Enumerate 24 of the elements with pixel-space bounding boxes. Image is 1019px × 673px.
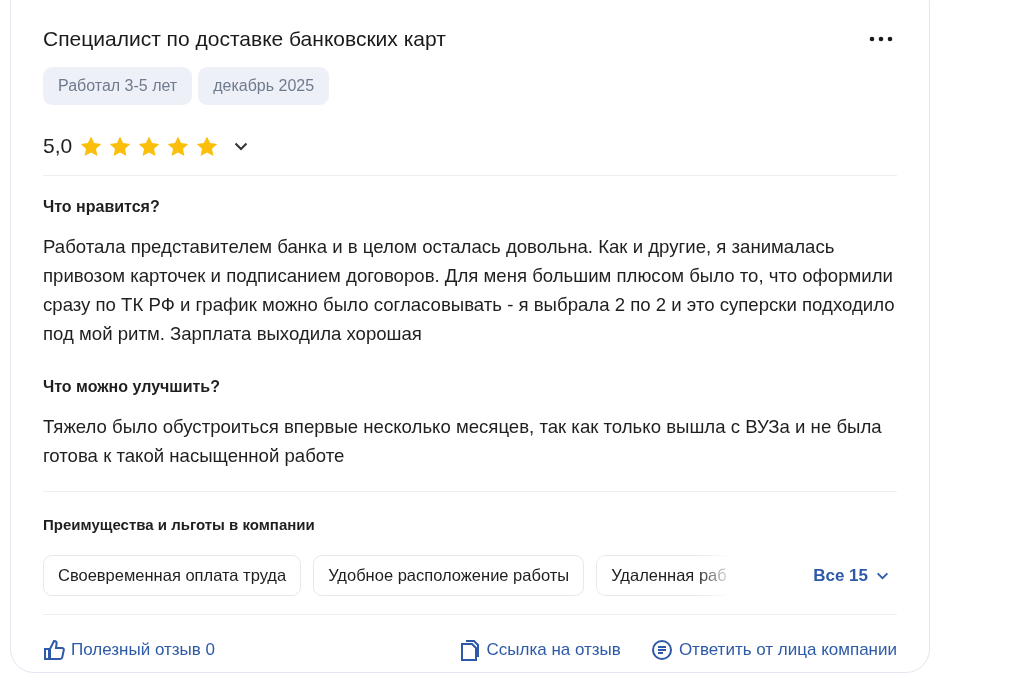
helpful-button[interactable]: Полезный отзыв 0 <box>43 639 215 661</box>
star-icon <box>80 135 103 157</box>
thumbs-up-icon <box>43 639 65 661</box>
benefit-chip: Своевременная оплата труда <box>43 555 302 596</box>
star-icon <box>109 135 132 157</box>
rating-value: 5,0 <box>43 134 73 158</box>
review-text: Работала представителем банка и в целом осталась довольна. Как и другие, я занималась привозом карточек и подписанием договоров. Для меня большим плюсом было то, что оформили сразу по ТК РФ и график можно было согласовывать - я выбрала 2 по 2 и это суперски подходило под мой ритм. Зарплата выходила хорошая <box>43 235 896 346</box>
action-link[interactable]: Ссылка на отзыв <box>458 639 621 661</box>
review-title: Специалист по доставке банковских карт <box>43 27 446 51</box>
document-icon <box>458 639 481 661</box>
action-link[interactable]: Ответить от лица компании <box>650 639 897 661</box>
benefit-chip: Удобное расположение работы <box>313 555 585 596</box>
star-icon <box>138 135 161 157</box>
star-icon <box>167 135 190 157</box>
message-icon <box>650 639 673 661</box>
chevron-down-icon <box>876 571 889 580</box>
star-icon <box>196 135 219 157</box>
section-heading: Что можно улучшить? <box>43 378 221 396</box>
show-all-button[interactable]: Все 15 <box>813 565 897 586</box>
review-text: Тяжело было обустроиться впервые несколько месяцев, так как только вышла с ВУЗа и не была готова к такой насыщенной работе <box>43 415 883 468</box>
section-heading: Что нравится? <box>43 198 161 216</box>
tag: декабрь 2025 <box>198 67 330 105</box>
tag: Работал 3-5 лет <box>43 67 193 105</box>
benefits-heading: Преимущества и льготы в компании <box>43 516 316 533</box>
